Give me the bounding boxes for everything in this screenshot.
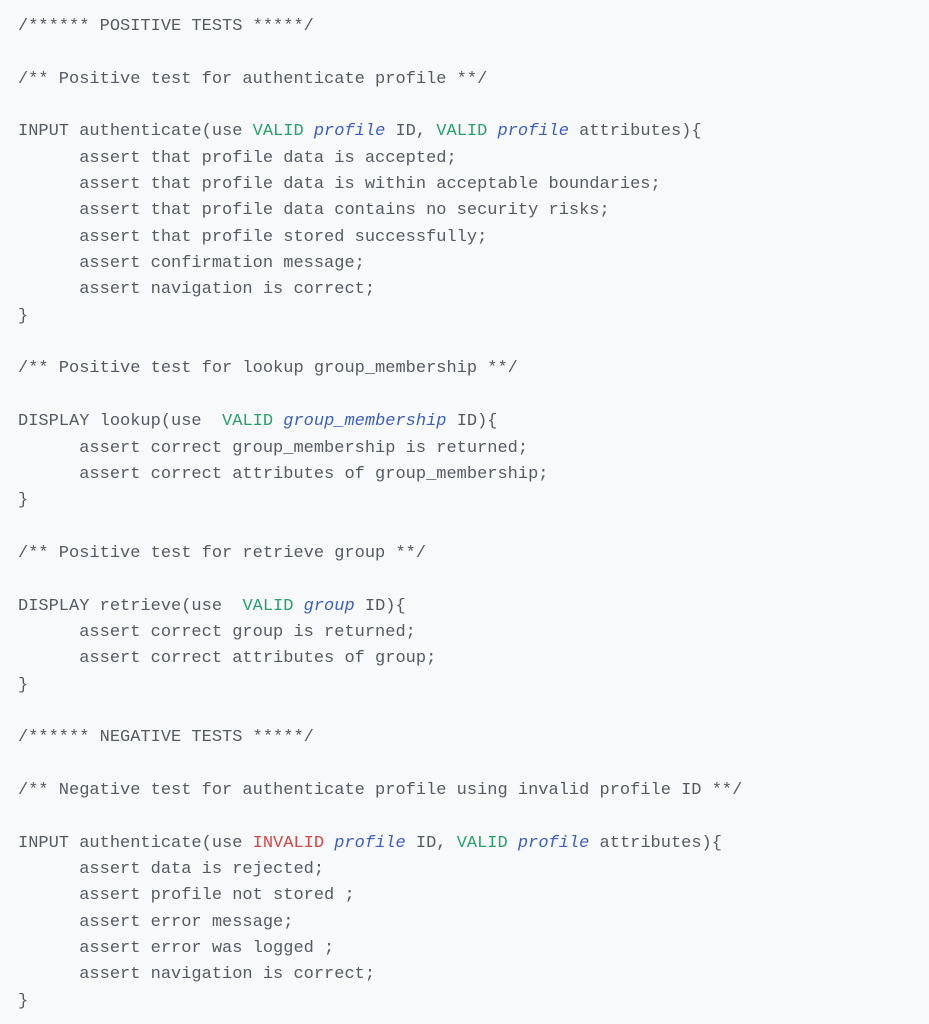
code-line: /****** NEGATIVE TESTS *****/ xyxy=(18,725,911,751)
code-token: /** Positive test for retrieve group **/ xyxy=(18,544,426,563)
code-token: assert that profile stored successfully; xyxy=(18,228,487,247)
code-token: /** Positive test for lookup group_membe… xyxy=(18,359,518,378)
code-line: assert that profile data is within accep… xyxy=(18,172,911,198)
code-token: assert that profile data is within accep… xyxy=(18,175,661,194)
code-token xyxy=(324,834,334,853)
code-line: assert confirmation message; xyxy=(18,251,911,277)
code-block: /****** POSITIVE TESTS *****/ /** Positi… xyxy=(0,0,929,1024)
code-token: ID, xyxy=(385,122,436,141)
code-line: assert that profile data is accepted; xyxy=(18,146,911,172)
code-line xyxy=(18,40,911,66)
code-line: /** Positive test for lookup group_membe… xyxy=(18,356,911,382)
code-token: assert navigation is correct; xyxy=(18,965,375,984)
code-token: group xyxy=(304,597,355,616)
code-token: group_membership xyxy=(283,412,446,431)
code-line: DISPLAY lookup(use VALID group_membershi… xyxy=(18,409,911,435)
code-token: profile xyxy=(518,834,589,853)
code-line: assert error was logged ; xyxy=(18,936,911,962)
code-line: } xyxy=(18,989,911,1015)
code-line xyxy=(18,567,911,593)
code-line: assert correct group_membership is retur… xyxy=(18,436,911,462)
code-line: } xyxy=(18,488,911,514)
code-line xyxy=(18,1015,911,1024)
code-token xyxy=(293,597,303,616)
code-token: assert that profile data is accepted; xyxy=(18,149,457,168)
code-line: } xyxy=(18,304,911,330)
code-token: assert correct attributes of group; xyxy=(18,649,436,668)
code-token: assert error was logged ; xyxy=(18,939,334,958)
code-token: assert that profile data contains no sec… xyxy=(18,201,610,220)
code-token xyxy=(304,122,314,141)
code-token: ID, xyxy=(406,834,457,853)
code-token: profile xyxy=(498,122,569,141)
code-token: /****** POSITIVE TESTS *****/ xyxy=(18,17,314,36)
code-token: VALID xyxy=(457,834,508,853)
code-token: ID){ xyxy=(355,597,406,616)
code-token: VALID xyxy=(253,122,304,141)
code-line: assert correct attributes of group_membe… xyxy=(18,462,911,488)
code-line xyxy=(18,699,911,725)
code-token: profile xyxy=(334,834,405,853)
code-token: assert confirmation message; xyxy=(18,254,365,273)
code-token: assert correct attributes of group_membe… xyxy=(18,465,549,484)
code-token: assert error message; xyxy=(18,913,293,932)
code-line: assert navigation is correct; xyxy=(18,962,911,988)
code-token: INVALID xyxy=(253,834,324,853)
code-token: INPUT authenticate(use xyxy=(18,122,253,141)
code-line: /** Positive test for retrieve group **/ xyxy=(18,541,911,567)
code-token: VALID xyxy=(242,597,293,616)
code-token: INPUT authenticate(use xyxy=(18,834,253,853)
code-line: assert correct group is returned; xyxy=(18,620,911,646)
code-token: } xyxy=(18,676,28,695)
code-line: /****** POSITIVE TESTS *****/ xyxy=(18,14,911,40)
code-line: /** Positive test for authenticate profi… xyxy=(18,67,911,93)
code-token: } xyxy=(18,307,28,326)
code-token: /** Negative test for authenticate profi… xyxy=(18,781,742,800)
code-token: /** Positive test for authenticate profi… xyxy=(18,70,487,89)
code-token: assert correct group_membership is retur… xyxy=(18,439,528,458)
code-line: } xyxy=(18,673,911,699)
code-line xyxy=(18,330,911,356)
code-token: attributes){ xyxy=(589,834,722,853)
code-line: assert navigation is correct; xyxy=(18,277,911,303)
code-token xyxy=(508,834,518,853)
code-token: } xyxy=(18,491,28,510)
code-token: DISPLAY retrieve(use xyxy=(18,597,242,616)
code-token: assert data is rejected; xyxy=(18,860,324,879)
code-token xyxy=(273,412,283,431)
code-line: INPUT authenticate(use INVALID profile I… xyxy=(18,831,911,857)
code-token: /****** NEGATIVE TESTS *****/ xyxy=(18,728,314,747)
code-token: VALID xyxy=(436,122,487,141)
code-token: profile xyxy=(314,122,385,141)
code-token xyxy=(487,122,497,141)
code-line xyxy=(18,515,911,541)
code-line: assert correct attributes of group; xyxy=(18,646,911,672)
code-token: VALID xyxy=(222,412,273,431)
code-line: assert that profile data contains no sec… xyxy=(18,198,911,224)
code-line: INPUT authenticate(use VALID profile ID,… xyxy=(18,119,911,145)
code-line xyxy=(18,804,911,830)
code-line: assert profile not stored ; xyxy=(18,883,911,909)
code-line: assert error message; xyxy=(18,910,911,936)
code-token: assert navigation is correct; xyxy=(18,280,375,299)
code-token: assert correct group is returned; xyxy=(18,623,416,642)
code-token: attributes){ xyxy=(569,122,702,141)
code-token: } xyxy=(18,992,28,1011)
code-line: assert that profile stored successfully; xyxy=(18,225,911,251)
code-token: DISPLAY lookup(use xyxy=(18,412,222,431)
code-line xyxy=(18,383,911,409)
code-token: assert profile not stored ; xyxy=(18,886,355,905)
code-line xyxy=(18,752,911,778)
code-line: assert data is rejected; xyxy=(18,857,911,883)
code-line xyxy=(18,93,911,119)
code-line: DISPLAY retrieve(use VALID group ID){ xyxy=(18,594,911,620)
code-token: ID){ xyxy=(447,412,498,431)
code-line: /** Negative test for authenticate profi… xyxy=(18,778,911,804)
